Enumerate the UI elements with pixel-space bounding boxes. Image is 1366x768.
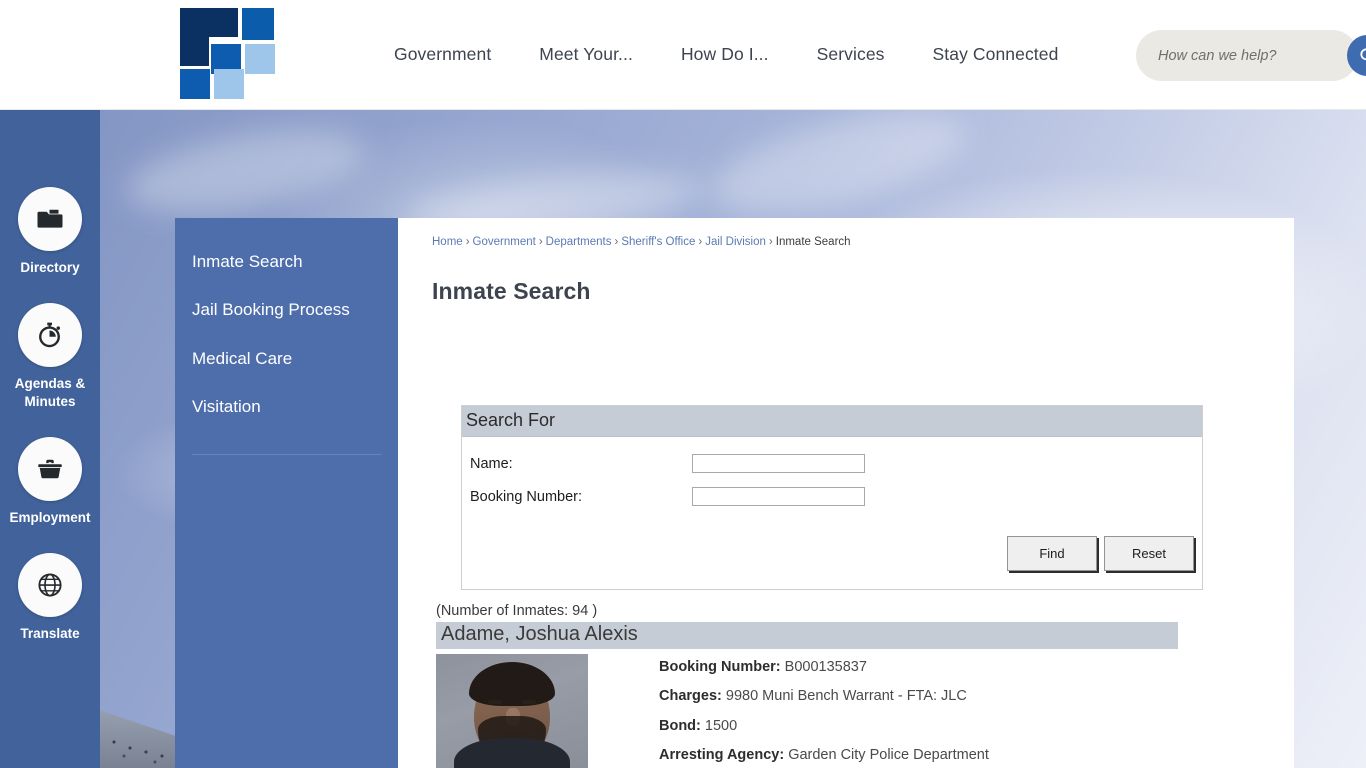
field-bond-label: Bond:: [659, 717, 701, 734]
logo-block-mid-bottom: [180, 69, 210, 99]
rail-label-employment: Employment: [9, 509, 91, 525]
breadcrumb-item-home[interactable]: Home: [432, 236, 463, 248]
field-bond: Bond: 1500: [659, 718, 989, 735]
header-search-box: [1136, 30, 1366, 81]
section-nav-divider: [192, 453, 382, 455]
briefcase-icon: [38, 459, 62, 479]
stopwatch-icon: [39, 322, 60, 348]
inmate-search-panel: Search For Name: Booking Number: Find Re…: [461, 405, 1203, 590]
rail-label-translate: Translate: [20, 625, 80, 641]
search-results: (Number of Inmates: 94 ) Adame, Joshua A…: [432, 603, 1268, 768]
site-header: Government Meet Your... How Do I... Serv…: [0, 0, 1366, 110]
rail-item-translate[interactable]: Translate: [0, 552, 100, 643]
find-button[interactable]: Find: [1007, 536, 1097, 571]
nav-item-meet-your[interactable]: Meet Your...: [515, 38, 657, 71]
field-charges-label: Charges:: [659, 688, 722, 705]
reset-button[interactable]: Reset: [1104, 536, 1194, 571]
form-row-booking-number: Booking Number:: [462, 487, 1202, 506]
search-icon: [1360, 48, 1366, 61]
cloud-streak: [701, 92, 974, 234]
section-nav-item-medical-care[interactable]: Medical Care: [175, 335, 398, 383]
rail-icon-circle: [18, 187, 82, 251]
inmate-body: Booking Number: B000135837 Charges: 9980…: [436, 654, 1268, 768]
breadcrumb-item-jail-division[interactable]: Jail Division: [705, 236, 766, 248]
booking-number-label: Booking Number:: [470, 488, 583, 505]
field-booking-number: Booking Number: B000135837: [659, 659, 989, 676]
search-input[interactable]: [1158, 47, 1347, 64]
page-title: Inmate Search: [432, 278, 591, 304]
rail-icon-circle: [18, 302, 82, 367]
inmate-mugshot: [436, 654, 588, 768]
nav-item-services[interactable]: Services: [793, 38, 909, 71]
breadcrumb-separator: ›: [698, 236, 703, 248]
rail-item-agendas-minutes[interactable]: Agendas & Minutes: [0, 302, 100, 411]
breadcrumb-separator: ›: [465, 236, 470, 248]
main-content: Home › Government › Departments › Sheriff's Of…: [398, 218, 1294, 768]
nav-item-government[interactable]: Government: [370, 38, 515, 71]
breadcrumb: Home › Government › Departments › Sheriff's Of…: [432, 236, 1268, 248]
rail-label-agendas-minutes: Agendas & Minutes: [14, 375, 86, 409]
booking-number-input[interactable]: [692, 487, 865, 506]
breadcrumb-separator: ›: [614, 236, 619, 248]
breadcrumb-separator: ›: [768, 236, 773, 248]
rail-item-directory[interactable]: Directory: [0, 187, 100, 277]
breadcrumb-item-government[interactable]: Government: [473, 236, 536, 248]
search-submit-button[interactable]: [1347, 35, 1366, 76]
inmate-fields: Booking Number: B000135837 Charges: 9980…: [659, 654, 989, 768]
main-navigation: Government Meet Your... How Do I... Serv…: [370, 38, 1082, 71]
content-wrapper: Inmate Search Jail Booking Process Medic…: [175, 218, 1294, 768]
section-nav-item-inmate-search[interactable]: Inmate Search: [175, 238, 398, 286]
quick-links-rail: Directory Agendas & Minutes Employment T…: [0, 110, 100, 768]
section-navigation: Inmate Search Jail Booking Process Medic…: [175, 218, 398, 768]
inmate-name: Adame, Joshua Alexis: [436, 622, 1178, 649]
rail-item-employment[interactable]: Employment: [0, 436, 100, 527]
field-booking-number-label: Booking Number:: [659, 659, 781, 675]
name-label: Name:: [470, 455, 513, 472]
cloud-streak: [121, 116, 370, 227]
search-panel-body: Name: Booking Number: Find Reset: [462, 437, 1202, 589]
name-input[interactable]: [692, 454, 865, 473]
field-booking-number-value: B000135837: [784, 659, 867, 675]
logo-block-mid-top: [242, 8, 274, 40]
mugshot-hair: [469, 662, 555, 706]
mugshot-eye-left: [488, 700, 502, 704]
field-charges-value: 9980 Muni Bench Warrant - FTA: JLC: [725, 688, 967, 705]
section-nav-item-visitation[interactable]: Visitation: [175, 383, 398, 431]
breadcrumb-item-departments[interactable]: Departments: [546, 236, 612, 248]
globe-icon: [38, 573, 62, 597]
field-charges: Charges: 9980 Muni Bench Warrant - FTA: …: [659, 688, 989, 705]
rail-label-directory: Directory: [20, 260, 80, 275]
field-arresting-agency: Arresting Agency: Garden City Police Dep…: [659, 747, 989, 764]
nav-item-stay-connected[interactable]: Stay Connected: [909, 38, 1083, 71]
mugshot-shirt: [454, 738, 570, 768]
page-root: Government Meet Your... How Do I... Serv…: [0, 0, 1366, 768]
section-nav-item-jail-booking-process[interactable]: Jail Booking Process: [175, 286, 398, 334]
logo-block-light-center: [245, 44, 275, 74]
field-arresting-agency-label: Arresting Agency:: [659, 747, 785, 764]
inmate-record: Adame, Joshua Alexis Booking Number: B00…: [432, 622, 1268, 768]
field-arresting-agency-value: Garden City Police Department: [788, 747, 989, 764]
breadcrumb-item-sheriffs-office[interactable]: Sheriff's Office: [621, 236, 695, 248]
rail-icon-circle: [18, 436, 82, 501]
form-row-name: Name:: [462, 454, 1202, 473]
inmate-count-text: (Number of Inmates: 94 ): [436, 603, 598, 619]
breadcrumb-item-current: Inmate Search: [775, 236, 851, 248]
breadcrumb-separator: ›: [538, 236, 543, 248]
county-logo[interactable]: [180, 8, 276, 100]
field-bond-value: 1500: [704, 717, 738, 734]
logo-block-light-bottom: [214, 69, 244, 99]
form-buttons: Find Reset: [462, 520, 1202, 571]
folder-icon: [37, 209, 63, 228]
mugshot-eye-right: [522, 700, 536, 704]
search-panel-title: Search For: [462, 406, 1202, 437]
nav-item-how-do-i[interactable]: How Do I...: [657, 38, 793, 71]
rail-icon-circle: [18, 552, 82, 617]
